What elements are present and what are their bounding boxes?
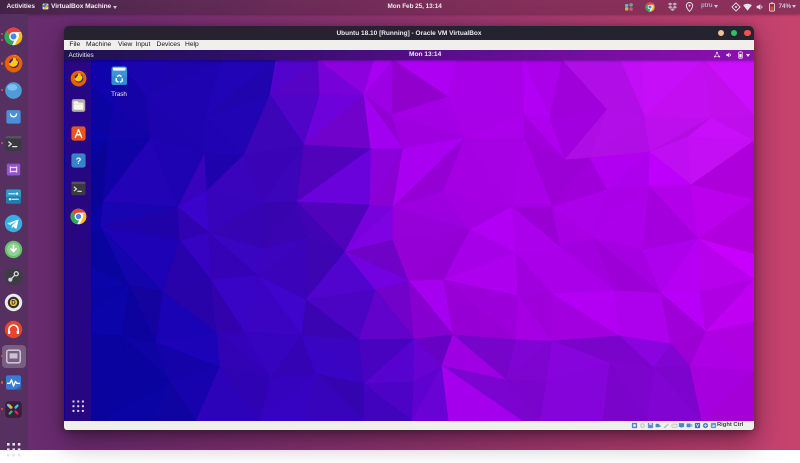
svg-text:V: V [696, 423, 699, 428]
svg-text:D: D [11, 301, 16, 307]
svg-text:?: ? [75, 156, 81, 166]
